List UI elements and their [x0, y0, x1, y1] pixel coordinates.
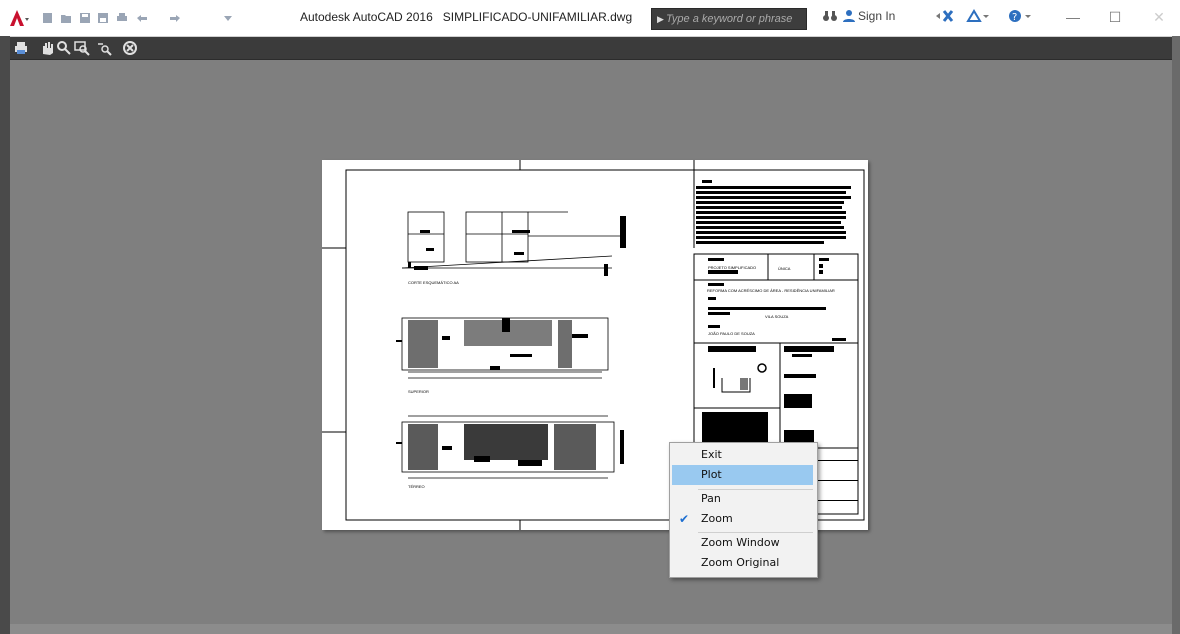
menu-item-plot[interactable]: Plot — [672, 465, 813, 485]
open-icon[interactable] — [60, 11, 72, 23]
menu-item-zoom[interactable]: ✔ Zoom — [670, 509, 815, 529]
save-as-icon[interactable] — [97, 11, 109, 23]
checkmark-icon: ✔ — [679, 512, 690, 526]
zoom-icon[interactable] — [56, 40, 72, 56]
user-icon[interactable] — [842, 9, 856, 26]
menu-item-pan[interactable]: Pan — [670, 489, 815, 509]
view-label-ground: TÉRREO — [408, 484, 425, 489]
tb-project-label: PROJETO SIMPLIFICADO — [708, 265, 756, 270]
search-input[interactable] — [666, 11, 802, 27]
redo-icon[interactable] — [168, 11, 180, 23]
pan-icon[interactable] — [39, 40, 55, 56]
right-window-edge — [1172, 36, 1180, 634]
context-menu: Exit Plot Pan ✔ Zoom Zoom Window Zoom Or… — [669, 442, 818, 578]
a360-icon[interactable] — [966, 9, 990, 26]
menu-item-exit[interactable]: Exit — [670, 445, 815, 465]
maximize-icon[interactable]: ☐ — [1100, 6, 1130, 28]
tb-owner: JOÃO PAULO DE SOUZA — [708, 331, 755, 336]
minimize-icon[interactable]: — — [1058, 6, 1088, 28]
sign-in-link[interactable]: Sign In — [858, 9, 895, 23]
tb-description: REFORMA COM ACRÉSCIMO DE ÁREA - RESIDÊNC… — [707, 288, 835, 293]
file-name: SIMPLIFICADO-UNIFAMILIAR.dwg — [442, 10, 633, 24]
menu-item-zoom-original[interactable]: Zoom Original — [670, 553, 815, 573]
left-window-edge — [0, 36, 10, 634]
print-icon[interactable] — [13, 40, 29, 56]
binoculars-icon[interactable] — [822, 9, 838, 26]
plot-preview-toolbar — [10, 37, 1172, 60]
new-icon[interactable] — [42, 11, 54, 23]
save-icon[interactable] — [79, 11, 91, 23]
svg-text:?: ? — [1012, 12, 1017, 23]
window-title: Autodesk AutoCAD 2016 SIMPLIFICADO-UNIFAM… — [300, 10, 632, 24]
customize-icon[interactable] — [222, 11, 234, 23]
tb-unit-label: ÚNICA — [778, 266, 791, 271]
view-label-upper: SUPERIOR — [408, 389, 429, 394]
close-preview-icon[interactable] — [122, 40, 138, 56]
plot-icon[interactable] — [116, 11, 128, 23]
autocad-logo-icon[interactable] — [8, 8, 30, 28]
title-bar: Autodesk AutoCAD 2016 SIMPLIFICADO-UNIFAM… — [0, 0, 1180, 37]
close-icon[interactable]: ✕ — [1144, 6, 1174, 28]
status-bar — [10, 624, 1172, 634]
search-expand-icon[interactable]: ▶ — [657, 14, 664, 25]
undo-icon[interactable] — [135, 11, 147, 23]
menu-item-zoom-window[interactable]: Zoom Window — [670, 533, 815, 553]
tb-address: VILA SOUZA — [765, 314, 789, 319]
app-name: Autodesk AutoCAD 2016 — [300, 10, 433, 24]
help-icon[interactable]: ? — [1008, 9, 1034, 26]
view-label-section: CORTE ESQUEMÁTICO AA — [408, 280, 459, 285]
zoom-original-icon[interactable] — [96, 40, 112, 56]
exchange-apps-icon[interactable] — [932, 9, 958, 26]
search-box[interactable]: ▶ — [651, 8, 807, 30]
zoom-window-icon[interactable] — [74, 40, 90, 56]
